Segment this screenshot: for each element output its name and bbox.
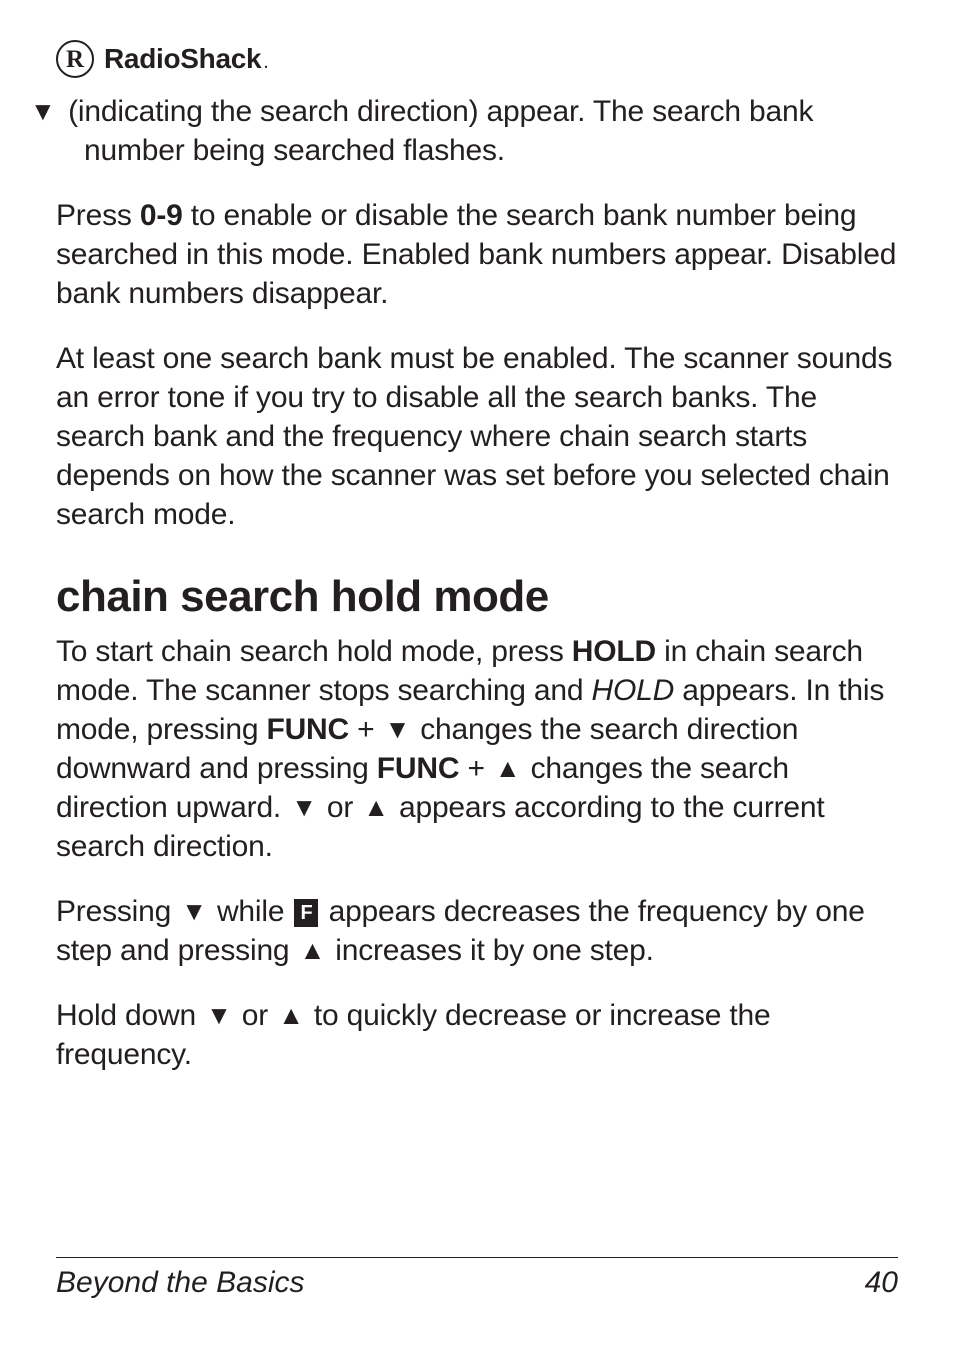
paragraph-4: To start chain search hold mode, press H… bbox=[56, 632, 898, 866]
p3-a: At least one search bank must be enabled… bbox=[56, 342, 892, 531]
paragraph-1: ▼ (indicating the search direction) appe… bbox=[56, 92, 898, 170]
paragraph-5: Pressing ▼ while F appears decreases the… bbox=[56, 892, 898, 970]
up-triangle-icon: ▲ bbox=[493, 755, 523, 781]
brand-logo: R RadioShack. bbox=[56, 40, 898, 78]
p4-or: or bbox=[319, 791, 362, 824]
page-number: 40 bbox=[865, 1266, 898, 1300]
down-triangle-icon: ▼ bbox=[289, 794, 319, 820]
up-triangle-icon: ▲ bbox=[276, 1002, 306, 1028]
f-box-icon: F bbox=[294, 899, 318, 927]
key-hold: HOLD bbox=[572, 635, 656, 668]
up-triangle-icon: ▲ bbox=[361, 794, 391, 820]
p2-b: to enable or disable the search bank num… bbox=[56, 199, 896, 310]
logo-text: RadioShack bbox=[104, 43, 261, 74]
footer-title: Beyond the Basics bbox=[56, 1266, 304, 1300]
p4-plus1: + bbox=[349, 713, 383, 746]
key-func-1: FUNC bbox=[266, 713, 349, 746]
display-hold: HOLD bbox=[592, 674, 675, 707]
logo-r-circle: R bbox=[56, 40, 94, 78]
footer-divider bbox=[56, 1257, 898, 1258]
down-triangle-icon: ▼ bbox=[56, 98, 60, 124]
section-heading: chain search hold mode bbox=[56, 572, 898, 622]
flex-spacer bbox=[56, 1074, 898, 1257]
p5-b: while bbox=[209, 895, 293, 928]
paragraph-2: Press 0-9 to enable or disable the searc… bbox=[56, 196, 898, 313]
p6-or: or bbox=[234, 999, 277, 1032]
p5-d: increases it by one step. bbox=[327, 934, 654, 967]
p4-plus2: + bbox=[459, 752, 493, 785]
paragraph-3: At least one search bank must be enabled… bbox=[56, 339, 898, 534]
down-triangle-icon: ▼ bbox=[179, 898, 209, 924]
p6-a: Hold down bbox=[56, 999, 204, 1032]
down-triangle-icon: ▼ bbox=[204, 1002, 234, 1028]
key-0-9: 0-9 bbox=[140, 199, 183, 232]
p5-a: Pressing bbox=[56, 895, 179, 928]
logo-dot: . bbox=[263, 51, 269, 73]
p4-a: To start chain search hold mode, press bbox=[56, 635, 572, 668]
logo-wordmark: RadioShack. bbox=[104, 43, 269, 75]
p1-text: (indicating the search direction) appear… bbox=[68, 95, 813, 167]
up-triangle-icon: ▲ bbox=[298, 937, 328, 963]
footer: Beyond the Basics 40 bbox=[56, 1266, 898, 1300]
down-triangle-icon: ▼ bbox=[383, 716, 413, 742]
paragraph-6: Hold down ▼ or ▲ to quickly decrease or … bbox=[56, 996, 898, 1074]
key-func-2: FUNC bbox=[377, 752, 460, 785]
p2-a: Press bbox=[56, 199, 140, 232]
